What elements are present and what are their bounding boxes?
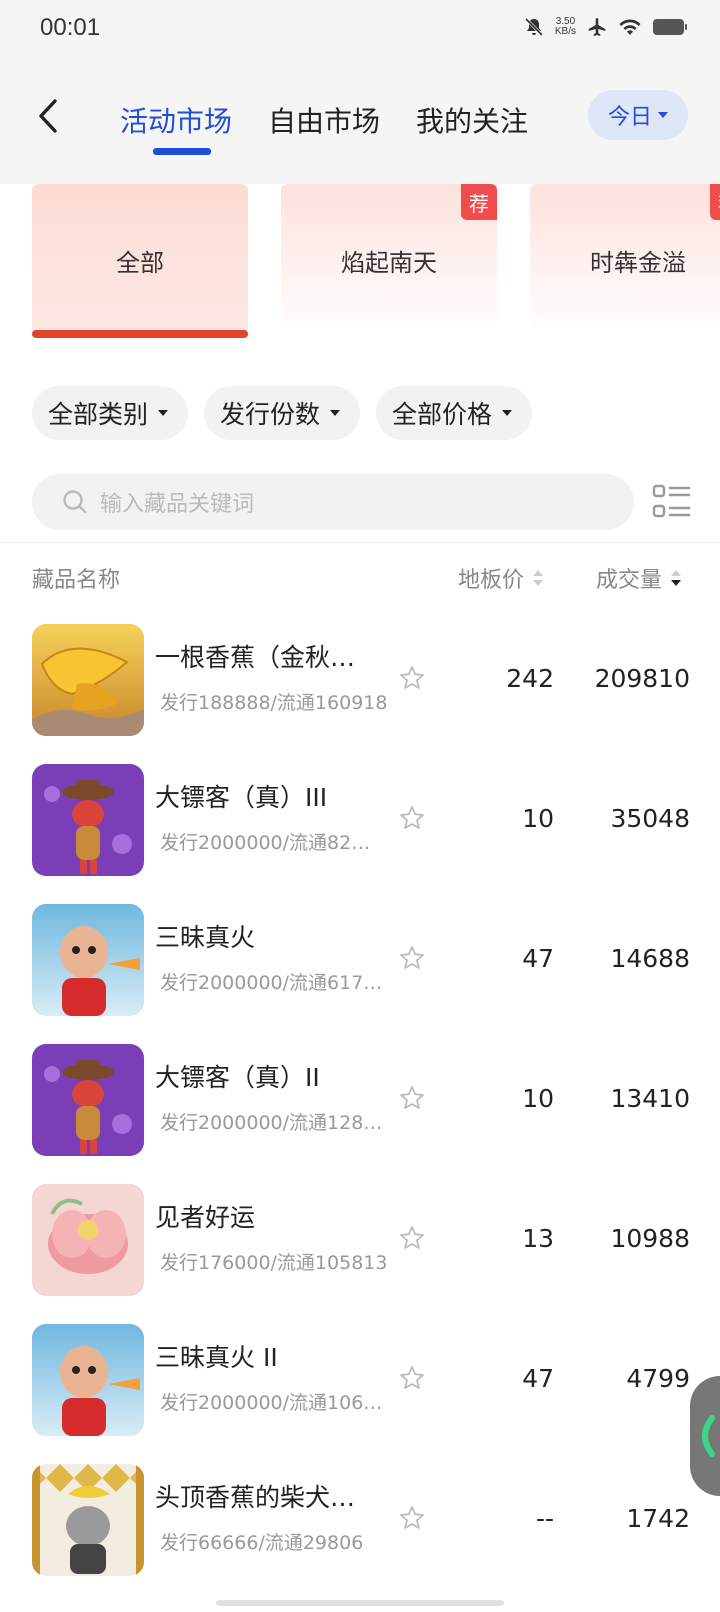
floating-action-button[interactable] <box>690 1376 720 1496</box>
star-icon[interactable] <box>398 664 426 692</box>
caret-down-icon <box>330 410 341 416</box>
category-card-shibenjinyi[interactable]: 时犇金溢 <box>530 184 720 336</box>
collectible-supply: 发行188888/流通160918 <box>160 692 388 714</box>
mute-icon <box>524 17 543 37</box>
caret-down-icon <box>158 410 169 416</box>
trade-volume: 1742 <box>626 1504 690 1533</box>
collectible-supply: 发行2000000/流通128… <box>160 1112 383 1134</box>
caret-down-icon <box>502 410 513 416</box>
category-strip: 全部 焰起南天 荐 时犇金溢 荐 <box>0 184 720 344</box>
filter-label: 全部类别 <box>48 400 149 429</box>
back-button[interactable] <box>28 96 68 136</box>
collectible-supply: 发行66666/流通29806 <box>160 1532 364 1554</box>
list-view-icon[interactable] <box>652 482 692 522</box>
filter-bar: 全部类别 发行份数 全部价格 <box>32 386 533 440</box>
trade-volume: 35048 <box>610 804 690 833</box>
active-category-indicator <box>32 330 248 338</box>
star-icon[interactable] <box>398 1364 426 1392</box>
floor-price: 47 <box>522 944 554 973</box>
floor-price: 10 <box>522 1084 554 1113</box>
recommend-badge: 荐 <box>710 184 720 220</box>
star-icon[interactable] <box>398 944 426 972</box>
filter-price-dropdown[interactable]: 全部价格 <box>376 386 533 440</box>
collectible-thumbnail <box>32 764 144 876</box>
collectible-name: 三昧真火 II <box>155 1343 278 1372</box>
status-time: 00:01 <box>40 14 101 41</box>
search-input[interactable]: 输入藏品关键词 <box>32 474 634 530</box>
floating-icon <box>702 1415 715 1457</box>
floor-price: 13 <box>522 1224 554 1253</box>
collectible-row[interactable]: 三昧真火 发行2000000/流通617… 47 14688 <box>0 890 720 1034</box>
star-icon[interactable] <box>398 804 426 832</box>
wifi-icon <box>619 19 641 35</box>
filter-label: 全部价格 <box>392 400 493 429</box>
trade-volume: 209810 <box>594 664 690 693</box>
tab-my-follows[interactable]: 我的关注 <box>416 100 528 140</box>
column-header-volume[interactable]: 成交量 <box>596 562 682 594</box>
collectible-supply: 发行2000000/流通617… <box>160 972 383 994</box>
collectible-row[interactable]: 一根香蕉（金秋… 发行188888/流通160918 242 209810 <box>0 610 720 754</box>
collectible-row[interactable]: 见者好运 发行176000/流通105813 13 10988 <box>0 1170 720 1314</box>
home-indicator[interactable] <box>216 1600 504 1606</box>
star-icon[interactable] <box>398 1504 426 1532</box>
collectible-supply: 发行2000000/流通82… <box>160 832 371 854</box>
search-placeholder: 输入藏品关键词 <box>100 492 255 517</box>
caret-down-icon <box>658 112 668 118</box>
category-label: 时犇金溢 <box>590 248 686 277</box>
battery-icon <box>653 19 687 35</box>
collectible-name: 见者好运 <box>155 1203 256 1232</box>
collectible-row[interactable]: 大镖客（真）III 发行2000000/流通82… 10 35048 <box>0 750 720 894</box>
trade-volume: 14688 <box>610 944 690 973</box>
star-icon[interactable] <box>398 1224 426 1252</box>
collectible-name: 大镖客（真）III <box>155 783 328 812</box>
network-speed: 3.50 KB/s <box>554 16 576 37</box>
search-icon <box>63 490 87 514</box>
date-range-dropdown[interactable]: 今日 <box>588 90 688 140</box>
sort-desc-icon <box>671 570 682 586</box>
tab-activity-market[interactable]: 活动市场 <box>120 100 232 140</box>
trade-volume: 10988 <box>610 1224 690 1253</box>
collectible-name: 一根香蕉（金秋… <box>155 643 356 672</box>
collectible-thumbnail <box>32 1464 144 1576</box>
tab-free-market[interactable]: 自由市场 <box>268 100 380 140</box>
divider <box>0 542 720 543</box>
column-header-floor-price[interactable]: 地板价 <box>458 562 544 594</box>
recommend-badge: 荐 <box>461 184 497 220</box>
header: 活动市场 自由市场 我的关注 今日 <box>0 56 720 184</box>
sort-icon <box>533 570 544 586</box>
floor-price: -- <box>535 1504 554 1533</box>
collectible-name: 大镖客（真）II <box>155 1063 320 1092</box>
star-icon[interactable] <box>398 1084 426 1112</box>
collectible-row[interactable]: 大镖客（真）II 发行2000000/流通128… 10 13410 <box>0 1030 720 1174</box>
collectible-name: 三昧真火 <box>155 923 256 952</box>
collectible-thumbnail <box>32 904 144 1016</box>
filter-issue-count-dropdown[interactable]: 发行份数 <box>204 386 361 440</box>
filter-category-dropdown[interactable]: 全部类别 <box>32 386 189 440</box>
trade-volume: 4799 <box>626 1364 690 1393</box>
collectible-row[interactable]: 头顶香蕉的柴犬… 发行66666/流通29806 -- 1742 <box>0 1450 720 1594</box>
airplane-icon <box>588 18 606 36</box>
active-tab-indicator <box>153 148 211 155</box>
collectible-name: 头顶香蕉的柴犬… <box>155 1483 356 1512</box>
collectible-thumbnail <box>32 1044 144 1156</box>
date-range-label: 今日 <box>607 105 652 130</box>
column-header-name: 藏品名称 <box>32 568 121 593</box>
floor-price: 47 <box>522 1364 554 1393</box>
status-icons: 3.50 KB/s <box>523 16 688 38</box>
trade-volume: 13410 <box>610 1084 690 1113</box>
chevron-left-icon <box>39 99 57 133</box>
category-card-all[interactable]: 全部 <box>32 184 248 336</box>
collectible-supply: 发行176000/流通105813 <box>160 1252 388 1274</box>
category-label: 全部 <box>116 248 164 277</box>
status-bar: 00:01 3.50 KB/s <box>0 0 720 56</box>
collectible-supply: 发行2000000/流通106… <box>160 1392 383 1414</box>
category-label: 焰起南天 <box>341 248 437 277</box>
collectible-thumbnail <box>32 1184 144 1296</box>
collectible-thumbnail <box>32 1324 144 1436</box>
collectible-row[interactable]: 三昧真火 II 发行2000000/流通106… 47 4799 <box>0 1310 720 1454</box>
collectible-thumbnail <box>32 624 144 736</box>
floor-price: 10 <box>522 804 554 833</box>
filter-label: 发行份数 <box>220 400 321 429</box>
floor-price: 242 <box>506 664 554 693</box>
